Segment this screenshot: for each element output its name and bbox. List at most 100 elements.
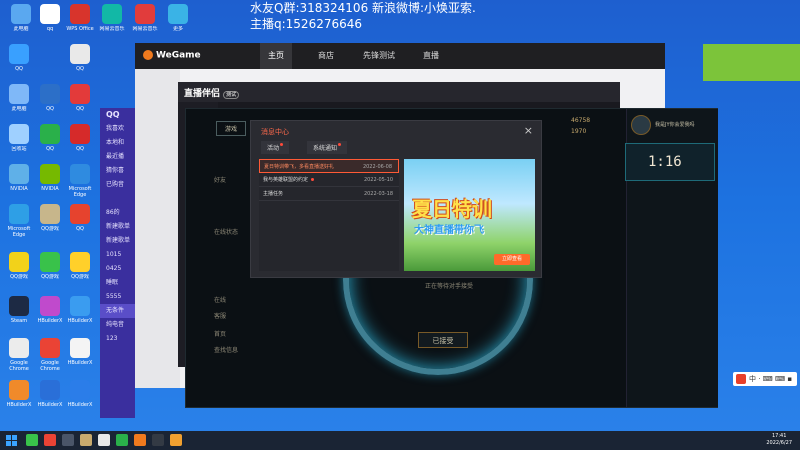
desktop-icon-this-pc[interactable]: 此电脑 [6,4,36,38]
system-clock[interactable]: 17:41 2022/6/27 [766,433,792,447]
desktop-icon-more[interactable]: 更多 [163,4,193,38]
playlist-item[interactable]: 新建歌单 [100,220,135,234]
playlist-item[interactable]: 新建歌单 [100,234,135,248]
desktop-icon-19[interactable]: QQ [65,84,95,118]
chrome-icon[interactable] [44,434,56,446]
live-companion-titlebar: 直播伴侣 测试 [178,82,620,102]
desktop-icon-17[interactable]: HBuilderX [35,380,65,414]
lol-side-item[interactable]: 好友 [214,175,226,184]
taskbar-app-icon[interactable] [152,434,164,446]
avatar[interactable] [631,115,651,135]
taskbar: 17:41 2022/6/27 [0,431,800,450]
playlist-item[interactable]: 已购音 [100,178,135,192]
taskbar-app-icon[interactable] [26,434,38,446]
message-center-dialog: 消息中心 × 活动 系统通知 夏日特训带飞，多看直播送好礼 2022-06-08 … [250,120,542,278]
overlay-line-2: 主播q:1526276646 [250,17,363,31]
match-status: 正在等待对手接受 [425,283,474,290]
wegame-tab-test[interactable]: 先锋测试 [355,43,403,69]
desktop-icon-netease[interactable]: 网易云音乐 [97,4,127,38]
wegame-icon[interactable] [134,434,146,446]
lol-side-item[interactable]: 客服 [214,311,226,320]
list-item[interactable]: 我与英雄联盟的约定 2022-05-10 [259,173,399,187]
queue-timer: 1:16 [625,143,715,181]
lol-side-item[interactable]: 在线 [214,295,226,304]
taskbar-app-icon[interactable] [62,434,74,446]
wegame-tab-live[interactable]: 直播 [415,43,447,69]
playlist-item[interactable]: 86的 [100,206,135,220]
desktop-icon-24[interactable]: HBuilderX [65,296,95,330]
desktop-icon-16[interactable]: Google Chrome [35,338,65,372]
steam-icon [9,296,29,316]
app-icon [70,44,90,64]
qq-music-panel: QQ 我喜欢 本地和 最近播 猜你喜 已购音 86的 新建歌单 新建歌单 101… [100,108,135,418]
list-item[interactable]: 夏日特训带飞，多看直播送好礼 2022-06-08 [259,159,399,173]
playlist-item[interactable]: 我喜欢 [100,122,135,136]
desktop-icon-26[interactable]: HBuilderX [65,380,95,414]
app-icon [102,4,122,24]
wegame-titlebar: WeGame 主页 商店 先锋测试 直播 [135,43,665,69]
desktop-icon-4[interactable]: NVIDIA [4,164,34,198]
desktop-icon-10[interactable]: QQ [35,84,65,118]
desktop-icon-6[interactable]: QQ游戏 [4,252,34,286]
view-now-button[interactable]: 立即查看 [494,254,530,265]
app-icon [40,380,60,400]
accepted-button[interactable]: 已接受 [418,332,468,348]
ime-toolbar[interactable]: 中 · ⌨ ⌨ ▪ [733,372,797,386]
app-icon [70,380,90,400]
desktop-icon-14[interactable]: QQ游戏 [35,252,65,286]
playlist-item[interactable]: 睡眠 [100,276,135,290]
playlist-item[interactable]: 1015 [100,248,135,262]
playlist-item[interactable]: 0425 [100,262,135,276]
overlay-line-1: 水友Q群:318324106 新浪微博:小焕亚索. [250,1,476,15]
playlist-item[interactable]: 猜你喜 [100,164,135,178]
desktop-icon-9[interactable]: HBuilderX [4,380,34,414]
tab-system[interactable]: 系统通知 [307,141,348,154]
desktop-icon-7[interactable]: Steam [4,296,34,330]
desktop-icon-15[interactable]: HBuilderX [35,296,65,330]
desktop-icon-21[interactable]: Microsoft Edge [65,164,95,198]
desktop-icon-1[interactable]: QQ [4,44,34,78]
tool-icon [168,4,188,24]
playlist-item[interactable]: 5555 [100,290,135,304]
playlist-item[interactable]: 最近播 [100,150,135,164]
desktop-icon-22[interactable]: QQ [65,204,95,238]
playlist-item[interactable]: 无条件 [100,304,135,318]
desktop-icon-20[interactable]: QQ [65,124,95,158]
desktop-icon-5[interactable]: Microsoft Edge [4,204,34,238]
desktop-icon-3[interactable]: 回收站 [4,124,34,158]
banner-title: 夏日特训 [412,197,492,221]
lol-side-item[interactable]: 首页 [214,329,226,338]
close-icon[interactable]: × [524,124,533,137]
desktop-icon-25[interactable]: HBuilderX [65,338,95,372]
wegame-tab-home[interactable]: 主页 [260,43,292,69]
desktop-icon-12[interactable]: NVIDIA [35,164,65,198]
promo-banner[interactable]: 夏日特训 大神直播带你飞 立即查看 [404,159,535,271]
tab-activity[interactable]: 活动 [261,141,290,154]
lol-side-item[interactable]: 在线状态 [214,227,238,236]
playlist-item[interactable]: 纯电音 [100,318,135,332]
list-item[interactable]: 主播任务 2022-03-18 [259,187,399,201]
lol-tab-play[interactable]: 游戏 [216,121,247,136]
desktop-icon-18[interactable]: QQ [65,44,95,78]
wegame-tab-store[interactable]: 商店 [310,43,342,69]
desktop-icon-qq[interactable]: qq [35,4,65,38]
start-button[interactable] [6,435,17,446]
taskbar-app-icon[interactable] [170,434,182,446]
lol-side-item[interactable]: 查找信息 [214,345,238,354]
desktop-icon-11[interactable]: QQ [35,124,65,158]
desktop-icon-music[interactable]: 网易云音乐 [130,4,160,38]
app-icon [9,338,29,358]
desktop-icon-wps[interactable]: WPS Office [65,4,95,38]
summoner-name: 我是JY你会爱我吗 [655,122,695,128]
playlist-item[interactable]: 123 [100,332,135,346]
taskbar-app-icon[interactable] [98,434,110,446]
music-icon [135,4,155,24]
desktop-icon-13[interactable]: QQ游戏 [35,204,65,238]
desktop-icon-23[interactable]: QQ游戏 [65,252,95,286]
desktop-icon-2[interactable]: 此电脑 [4,84,34,118]
playlist-item[interactable]: 本地和 [100,136,135,150]
lol-icon[interactable] [80,434,92,446]
wechat-icon [40,124,60,144]
wechat-icon[interactable] [116,434,128,446]
desktop-icon-8[interactable]: Google Chrome [4,338,34,372]
